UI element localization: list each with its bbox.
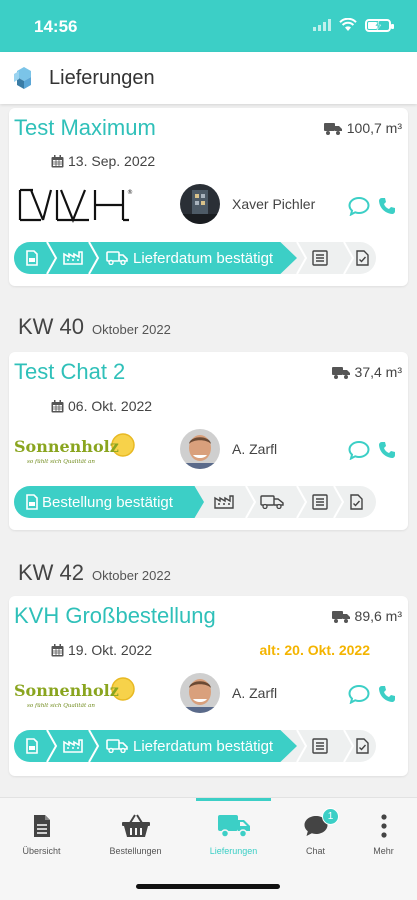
document-icon: [26, 494, 38, 510]
phone-icon[interactable]: [378, 685, 396, 703]
calendar-icon: [51, 643, 64, 656]
truck-icon: [260, 495, 284, 509]
contact-name: A. Zarfl: [232, 685, 278, 701]
more-icon: [380, 814, 387, 838]
delivery-date: 19. Okt. 2022: [51, 642, 152, 658]
contact-person[interactable]: A. Zarfl: [180, 673, 277, 713]
factory-icon: [214, 495, 234, 509]
battery-icon: [365, 18, 394, 32]
truck-icon: [106, 739, 128, 753]
order-volume: 37,4 m³: [331, 364, 402, 380]
svg-text:®: ®: [127, 189, 133, 196]
signal-icon: [313, 19, 331, 31]
alternative-date: alt: 20. Okt. 2022: [259, 642, 370, 658]
tab-uebersicht[interactable]: Übersicht: [0, 798, 83, 868]
contact-person[interactable]: A. Zarfl: [180, 429, 277, 469]
home-indicator: [136, 884, 280, 889]
delivery-card[interactable]: Test Chat 2 37,4 m³ 06. Okt. 2022 Sonnen…: [9, 352, 408, 530]
order-title[interactable]: Test Maximum: [14, 115, 156, 141]
delivery-date: 13. Sep. 2022: [51, 153, 155, 169]
tab-lieferungen[interactable]: Lieferungen: [192, 798, 275, 868]
avatar: [180, 673, 220, 713]
status-label: Lieferdatum bestätigt: [133, 249, 274, 267]
avatar: [180, 429, 220, 469]
svg-text:so fühlt sich Qualität an: so fühlt sich Qualität an: [27, 703, 95, 709]
checklist-icon: [312, 250, 328, 266]
document-icon: [26, 250, 38, 266]
wifi-icon: [339, 18, 357, 31]
svg-text:Sonnenholz: Sonnenholz: [14, 681, 119, 700]
status-progress: Lieferdatum bestätigt: [14, 242, 376, 274]
truck-icon: [331, 610, 350, 623]
factory-icon: [63, 251, 83, 265]
basket-icon: [121, 814, 150, 837]
avatar: [180, 184, 220, 224]
truck-icon: [217, 815, 250, 838]
supplier-logo-sonnenholz: Sonnenholz so fühlt sich Qualität an: [13, 676, 137, 712]
document-check-icon: [350, 494, 363, 510]
order-volume: 100,7 m³: [323, 120, 402, 136]
status-time: 14:56: [34, 17, 78, 36]
status-bar: 14:56: [0, 0, 417, 52]
contact-name: A. Zarfl: [232, 441, 278, 457]
chat-icon[interactable]: [348, 196, 370, 216]
status-label: Bestellung bestätigt: [42, 493, 173, 511]
chat-icon[interactable]: [348, 440, 370, 460]
calendar-icon: [51, 154, 64, 167]
truck-icon: [323, 122, 342, 135]
supplier-logo-sonnenholz: Sonnenholz so fühlt sich Qualität an: [13, 432, 137, 468]
phone-icon[interactable]: [378, 441, 396, 459]
truck-icon: [331, 366, 350, 379]
factory-icon: [63, 739, 83, 753]
contact-name: Xaver Pichler: [232, 196, 316, 212]
app-logo-icon: [14, 67, 31, 89]
calendar-icon: [51, 399, 64, 412]
status-progress: Lieferdatum bestätigt: [14, 730, 376, 762]
tab-bestellungen[interactable]: Bestellungen: [94, 798, 177, 868]
chat-badge: 1: [322, 808, 339, 825]
status-progress: Bestellung bestätigt: [14, 486, 376, 518]
checklist-icon: [312, 494, 328, 510]
delivery-card[interactable]: Test Maximum 100,7 m³ 13. Sep. 2022 ® Xa…: [9, 108, 408, 286]
week-header: KW 40 Oktober 2022: [18, 314, 171, 339]
phone-icon[interactable]: [378, 197, 396, 215]
document-check-icon: [356, 738, 369, 754]
checklist-icon: [312, 738, 328, 754]
truck-icon: [106, 251, 128, 265]
svg-text:so fühlt sich Qualität an: so fühlt sich Qualität an: [27, 459, 95, 465]
supplier-logo-kvh: ®: [18, 188, 133, 223]
document-icon: [33, 815, 50, 837]
delivery-card[interactable]: KVH Großbestellung 89,6 m³ 19. Okt. 2022…: [9, 596, 408, 776]
order-title[interactable]: KVH Großbestellung: [14, 603, 216, 629]
svg-text:Sonnenholz: Sonnenholz: [14, 437, 119, 456]
page-title: Lieferungen: [49, 67, 155, 89]
chat-icon[interactable]: [348, 684, 370, 704]
app-bar: Lieferungen: [0, 52, 417, 104]
document-check-icon: [356, 250, 369, 266]
status-label: Lieferdatum bestätigt: [133, 737, 274, 755]
contact-person[interactable]: Xaver Pichler: [180, 184, 315, 224]
delivery-date: 06. Okt. 2022: [51, 398, 152, 414]
week-header: KW 42 Oktober 2022: [18, 560, 171, 585]
order-title[interactable]: Test Chat 2: [14, 359, 125, 385]
tab-mehr[interactable]: Mehr: [342, 798, 417, 868]
document-icon: [26, 738, 38, 754]
order-volume: 89,6 m³: [331, 608, 402, 624]
